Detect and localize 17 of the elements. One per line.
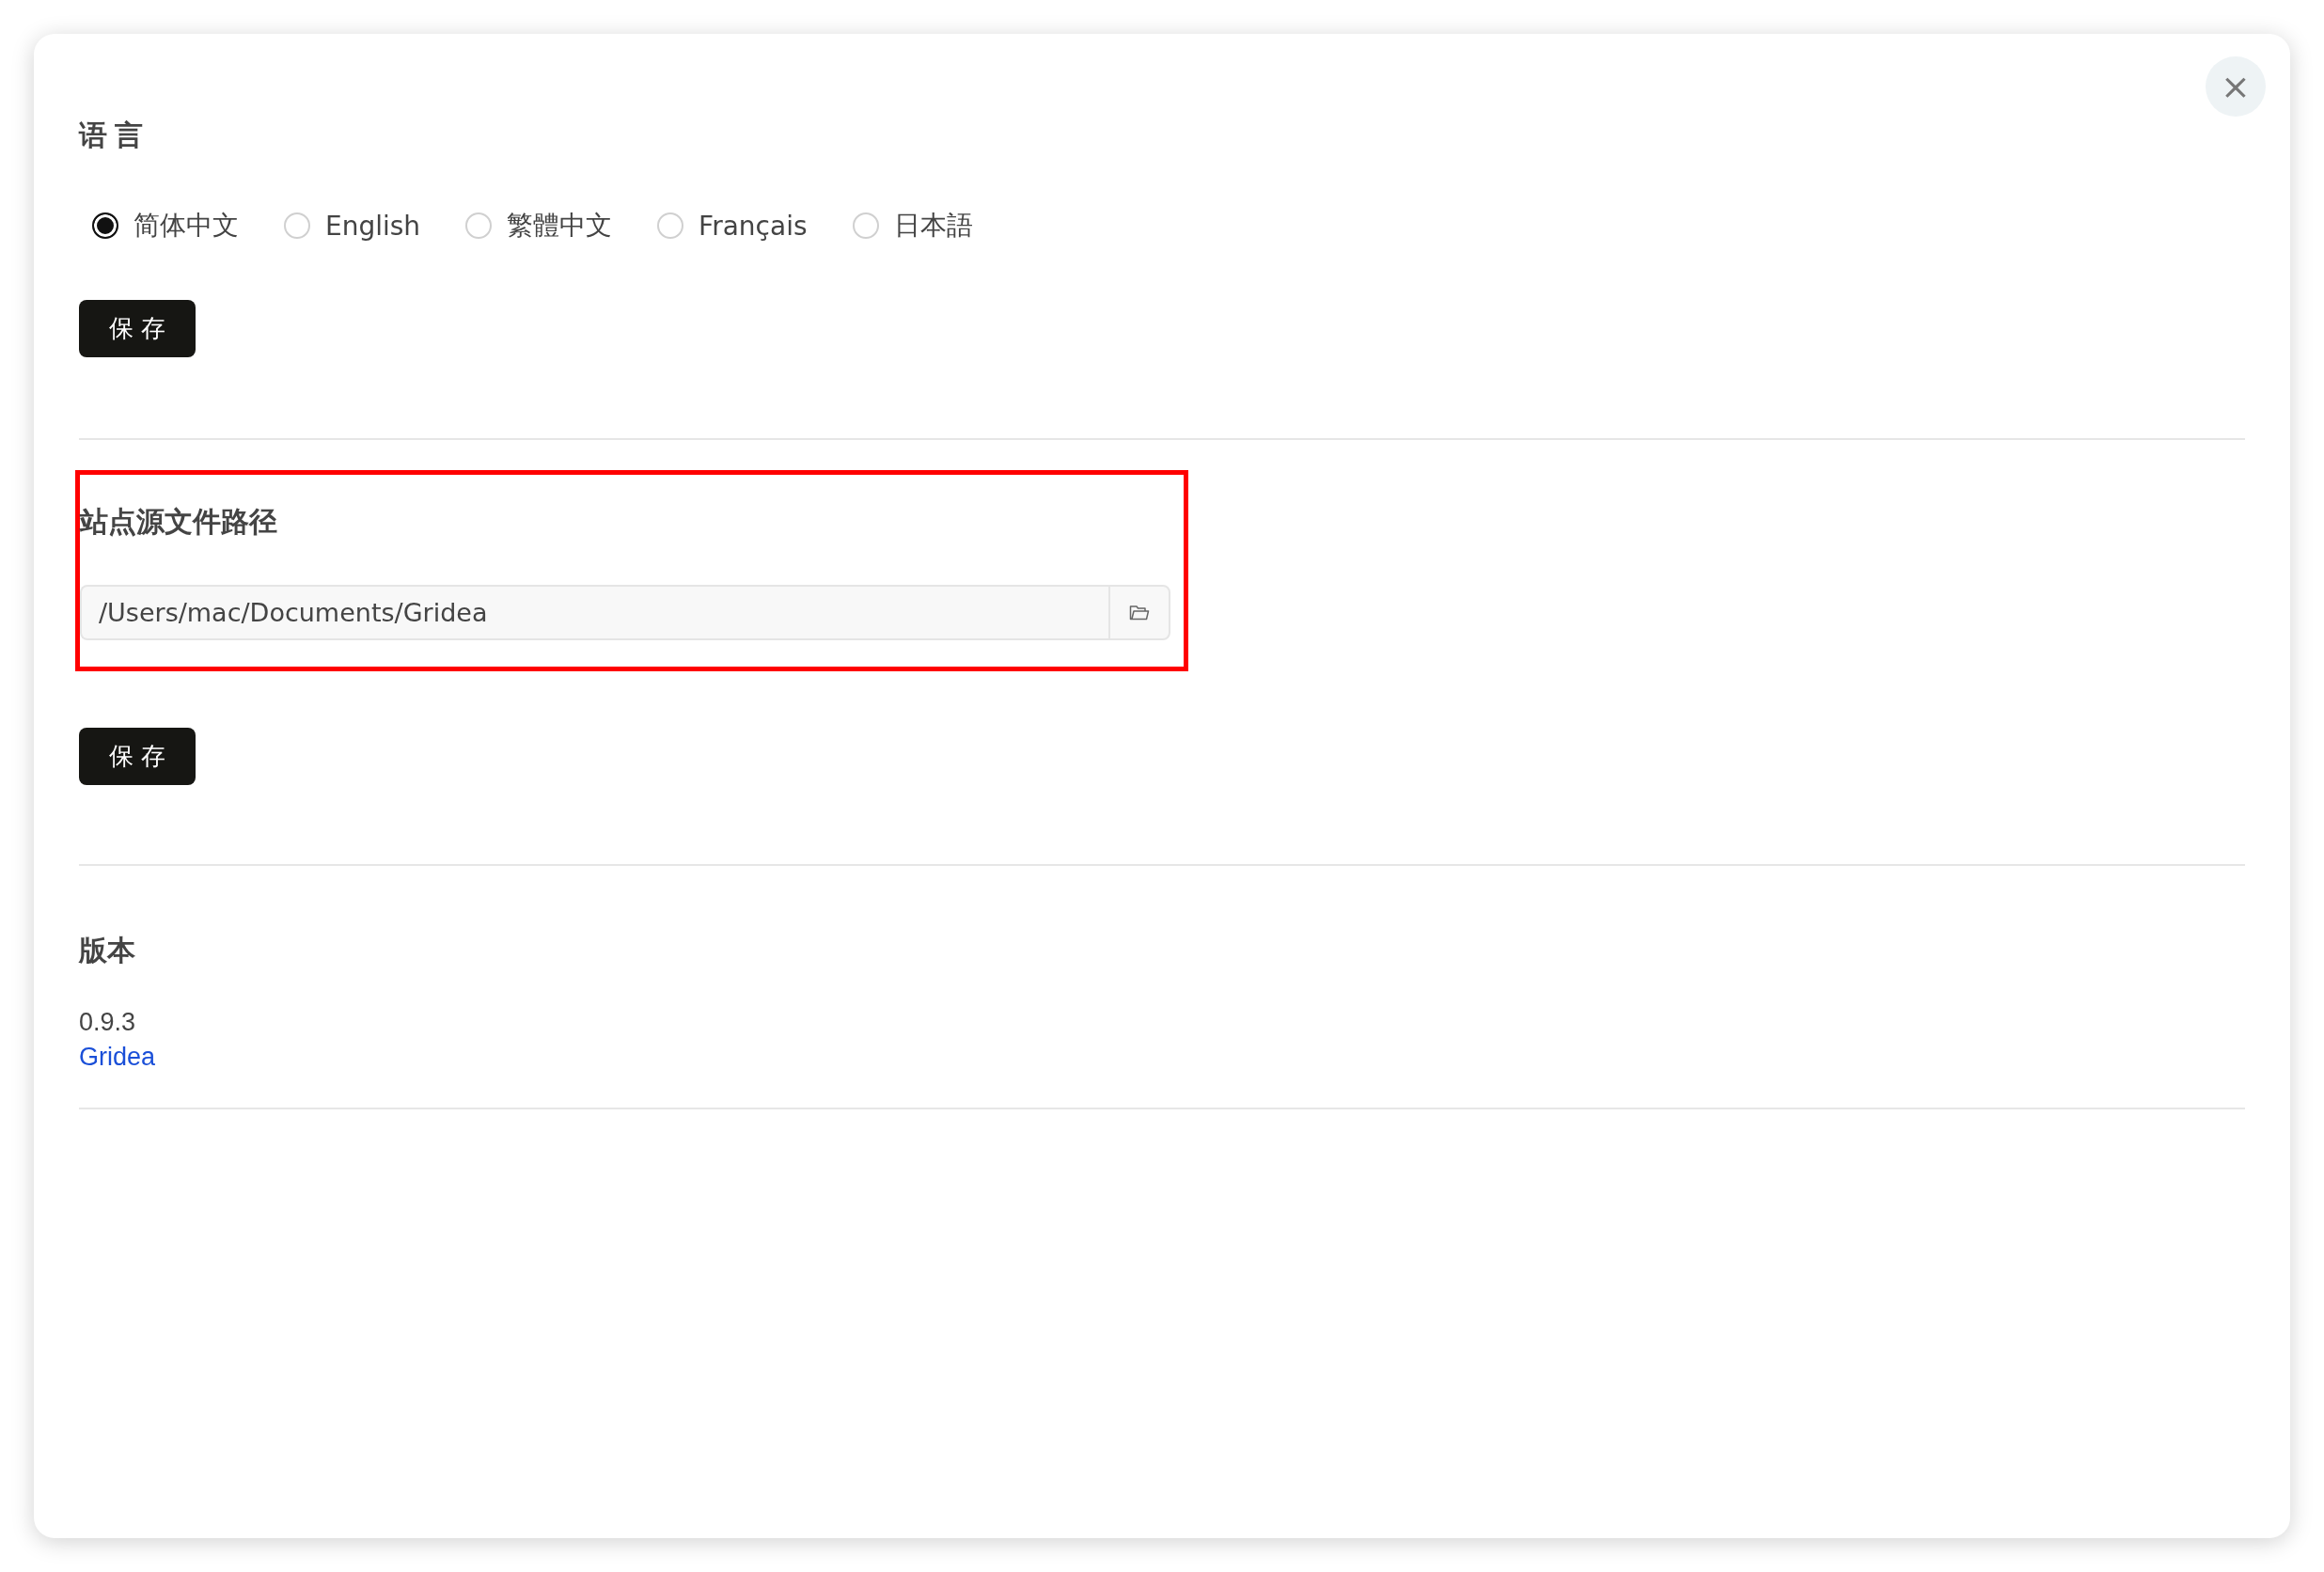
gridea-link[interactable]: Gridea xyxy=(79,1043,156,1072)
radio-label[interactable]: 繁體中文 xyxy=(507,208,613,244)
version-number: 0.9.3 xyxy=(79,1008,137,1037)
radio-label[interactable]: English xyxy=(325,210,421,242)
radio-label[interactable]: 日本語 xyxy=(893,208,973,244)
radio-label[interactable]: Français xyxy=(699,210,808,242)
folder-icon xyxy=(1129,604,1150,621)
section-title: 站点源文件路径 xyxy=(80,505,278,539)
section-title: 语 言 xyxy=(79,118,145,152)
close-button[interactable]: × xyxy=(2206,56,2266,117)
section-title: 版本 xyxy=(79,934,136,967)
save-button[interactable]: 保 存 xyxy=(79,300,196,357)
folder-button[interactable] xyxy=(1108,585,1170,640)
radio-button[interactable] xyxy=(92,212,118,239)
path-input-field[interactable]: /Users/mac/Documents/Gridea xyxy=(80,585,1108,640)
radio-label[interactable]: 简体中文 xyxy=(133,208,239,244)
save-button[interactable]: 保 存 xyxy=(79,728,196,785)
